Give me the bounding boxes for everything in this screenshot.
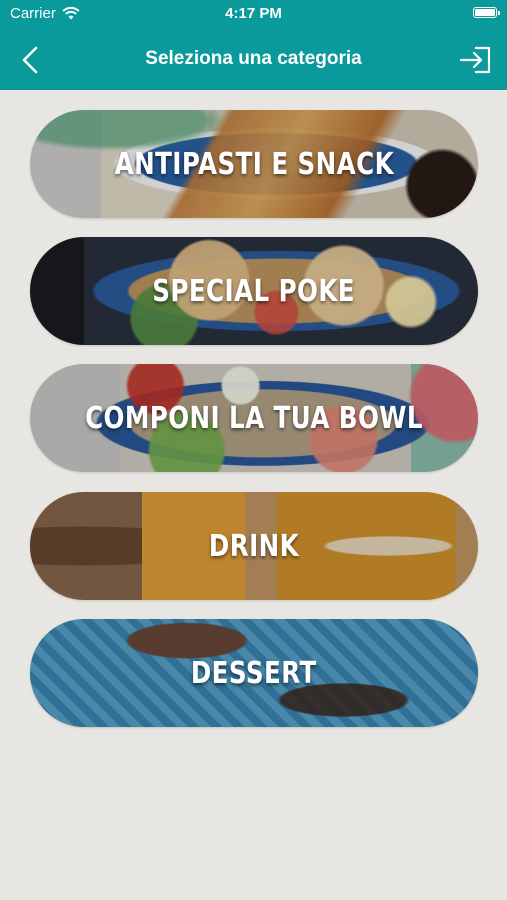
chevron-left-icon — [22, 46, 38, 74]
category-componi-la-tua-bowl[interactable]: COMPONI LA TUA BOWL — [30, 364, 478, 472]
login-exit-icon — [459, 46, 491, 74]
category-label: COMPONI LA TUA BOWL — [85, 400, 423, 436]
status-time: 4:17 PM — [225, 5, 282, 22]
category-label: ANTIPASTI E SNACK — [114, 146, 394, 182]
category-label: DRINK — [208, 528, 300, 564]
category-antipasti-e-snack[interactable]: ANTIPASTI E SNACK — [30, 110, 478, 218]
battery-icon — [473, 7, 500, 18]
status-bar: Carrier 4:17 PM — [0, 0, 507, 28]
navigation-bar: Seleziona una categoria — [0, 28, 507, 90]
logout-button[interactable] — [457, 42, 495, 78]
category-dessert[interactable]: DESSERT — [30, 619, 478, 727]
category-drink[interactable]: DRINK — [30, 492, 478, 600]
category-special-poke[interactable]: SPECIAL POKE — [30, 237, 478, 345]
category-label: DESSERT — [191, 655, 317, 691]
back-button[interactable] — [14, 42, 50, 78]
page-title: Seleziona una categoria — [145, 48, 362, 69]
category-label: SPECIAL POKE — [152, 273, 356, 309]
